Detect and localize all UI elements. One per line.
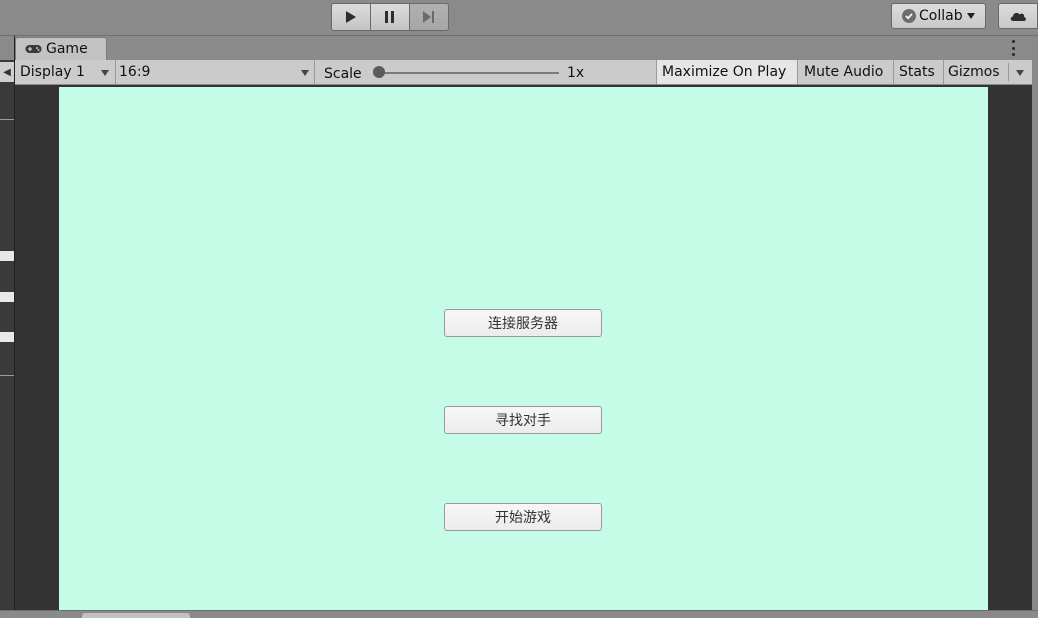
play-button[interactable] <box>331 3 371 31</box>
game-viewport: 连接服务器 寻找对手 开始游戏 <box>15 85 1032 610</box>
gamepad-icon <box>25 45 42 53</box>
cloud-button[interactable] <box>998 3 1038 29</box>
scale-value: 1x <box>567 65 585 81</box>
cloud-icon <box>1010 12 1026 21</box>
gizmos-label: Gizmos <box>948 64 1000 80</box>
bottom-tab[interactable] <box>82 613 190 618</box>
scale-slider-handle[interactable] <box>373 66 385 78</box>
game-canvas[interactable]: 连接服务器 寻找对手 开始游戏 <box>59 87 988 610</box>
stats-label: Stats <box>899 64 935 80</box>
scale-label: Scale <box>324 65 362 82</box>
panel-tabbar: Game <box>15 36 1032 60</box>
list-item <box>0 292 14 302</box>
maximize-on-play-label: Maximize On Play <box>662 64 787 80</box>
connect-server-button[interactable]: 连接服务器 <box>444 309 602 337</box>
step-icon <box>423 11 434 23</box>
aspect-value: 16:9 <box>119 64 151 80</box>
display-dropdown[interactable]: Display 1 <box>15 60 116 84</box>
play-icon <box>346 11 356 23</box>
scale-slider-track[interactable] <box>379 72 559 74</box>
display-value: Display 1 <box>20 64 85 80</box>
divider <box>1008 63 1009 81</box>
main-toolbar: Collab <box>0 0 1038 36</box>
check-circle-icon <box>902 9 916 23</box>
divider <box>0 119 14 120</box>
divider <box>0 375 14 376</box>
pause-button[interactable] <box>371 3 410 31</box>
list-item <box>0 251 14 261</box>
aspect-dropdown[interactable]: 16:9 <box>116 60 315 84</box>
pause-icon <box>385 11 394 23</box>
adjacent-panel-edge: ◀ <box>0 36 15 610</box>
mute-audio-label: Mute Audio <box>804 64 884 80</box>
start-game-button[interactable]: 开始游戏 <box>444 503 602 531</box>
stats-toggle[interactable]: Stats <box>894 60 944 84</box>
find-opponent-button[interactable]: 寻找对手 <box>444 406 602 434</box>
collab-label: Collab <box>919 8 963 24</box>
tab-game[interactable]: Game <box>15 37 107 60</box>
chevron-down-icon <box>966 13 975 19</box>
list-item <box>0 332 14 342</box>
tab-game-label: Game <box>46 41 88 57</box>
chevron-down-icon <box>101 70 109 76</box>
maximize-on-play-toggle[interactable]: Maximize On Play <box>656 60 798 84</box>
collab-button[interactable]: Collab <box>891 3 986 29</box>
chevron-down-icon <box>301 70 309 76</box>
game-view-toolbar: Display 1 16:9 Scale 1x Maximize On Play… <box>15 60 1032 85</box>
mute-audio-toggle[interactable]: Mute Audio <box>798 60 894 84</box>
gizmos-dropdown-icon[interactable] <box>1016 70 1024 76</box>
game-panel: Game Display 1 16:9 Scale 1x Maximize On… <box>15 36 1032 610</box>
speaker-icon: ◀ <box>0 62 14 82</box>
playmode-controls <box>331 3 451 31</box>
panel-menu-icon[interactable] <box>1012 40 1016 56</box>
step-button[interactable] <box>410 3 449 31</box>
